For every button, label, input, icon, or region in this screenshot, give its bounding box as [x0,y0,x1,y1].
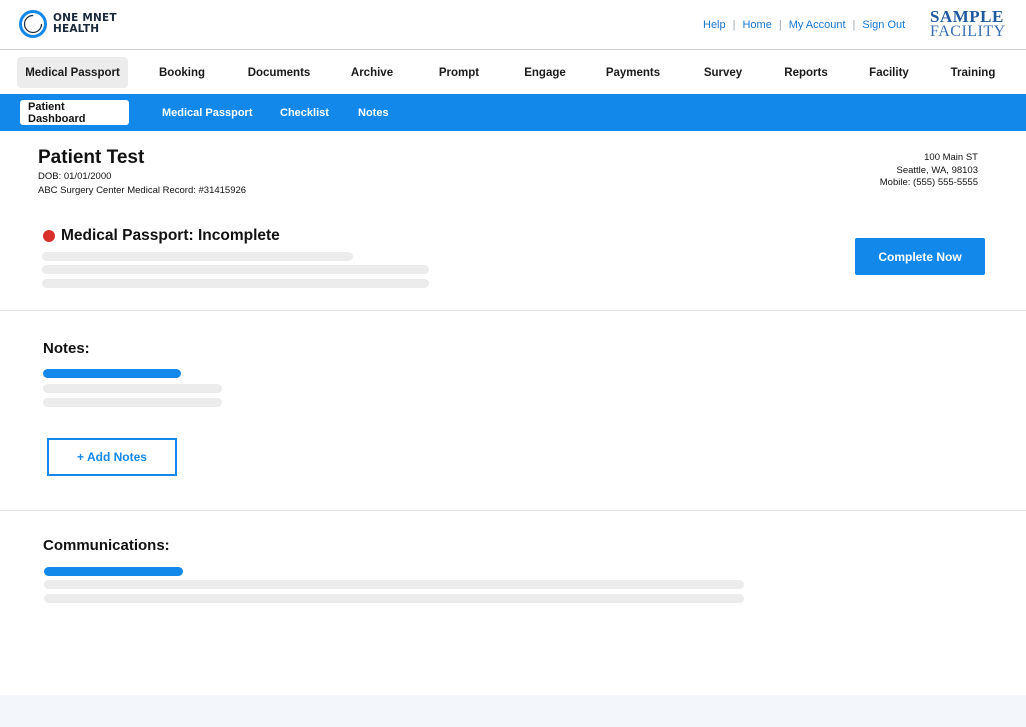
subnav-patient-dashboard[interactable]: Patient Dashboard [20,100,129,125]
patient-mobile: Mobile: (555) 555-5555 [879,177,978,188]
medical-passport-status: Medical Passport: Incomplete [61,227,280,244]
sign-out-link[interactable]: Sign Out [862,19,905,31]
section-divider [0,310,1026,311]
facility-logo-line-1: SAMPLE [930,7,1004,26]
nav-engage[interactable]: Engage [512,57,578,88]
status-dot-icon [43,230,55,242]
skeleton-line [44,594,744,603]
add-notes-button[interactable]: + Add Notes [47,438,177,476]
address-line-1: 100 Main ST [924,152,978,163]
logo-line-2: HEALTH [53,23,100,35]
ring-logo-icon [19,10,47,38]
subnav-checklist[interactable]: Checklist [280,100,329,125]
communications-title: Communications: [43,537,170,554]
help-link[interactable]: Help [703,19,726,31]
skeleton-line [43,398,222,407]
one-mnet-health-logo[interactable]: ONE MNET HEALTH [18,9,117,39]
logo-text: ONE MNET HEALTH [53,13,117,35]
patient-dob: DOB: 01/01/2000 [38,171,112,182]
section-divider [0,510,1026,511]
nav-survey[interactable]: Survey [692,57,754,88]
skeleton-line [42,279,429,288]
main-nav: Medical Passport Booking Documents Archi… [0,51,1026,94]
link-separator: | [778,19,782,31]
complete-now-button[interactable]: Complete Now [855,238,985,275]
skeleton-line-highlight [44,567,183,576]
nav-prompt[interactable]: Prompt [426,57,492,88]
skeleton-line-highlight [43,369,181,378]
link-separator: | [852,19,856,31]
footer-band [0,695,1026,727]
home-link[interactable]: Home [742,19,771,31]
sub-nav: Patient Dashboard Medical Passport Check… [0,94,1026,131]
nav-payments[interactable]: Payments [596,57,670,88]
patient-address: 100 Main ST Seattle, WA, 98103 Mobile: (… [880,152,978,190]
nav-training[interactable]: Training [940,57,1006,88]
notes-title: Notes: [43,340,90,357]
nav-archive[interactable]: Archive [338,57,406,88]
nav-reports[interactable]: Reports [774,57,838,88]
nav-documents[interactable]: Documents [238,57,320,88]
my-account-link[interactable]: My Account [789,19,846,31]
address-line-2: Seattle, WA, 98103 [896,164,978,176]
sample-facility-logo: SAMPLE FACILITY [930,7,1006,40]
nav-facility[interactable]: Facility [859,57,919,88]
nav-booking[interactable]: Booking [146,57,218,88]
skeleton-line [42,265,429,274]
top-header: ONE MNET HEALTH Help | Home | My Account… [0,0,1026,50]
patient-name: Patient Test [38,147,145,168]
subnav-notes[interactable]: Notes [358,100,389,125]
link-separator: | [732,19,736,31]
skeleton-line [42,252,353,261]
header-links: Help | Home | My Account | Sign Out [703,19,905,31]
skeleton-line [44,580,744,589]
subnav-medical-passport[interactable]: Medical Passport [162,100,252,125]
skeleton-line [43,384,222,393]
patient-medical-record: ABC Surgery Center Medical Record: #3141… [38,185,247,196]
facility-logo-line-2: FACILITY [930,23,1006,40]
nav-medical-passport[interactable]: Medical Passport [17,57,128,88]
